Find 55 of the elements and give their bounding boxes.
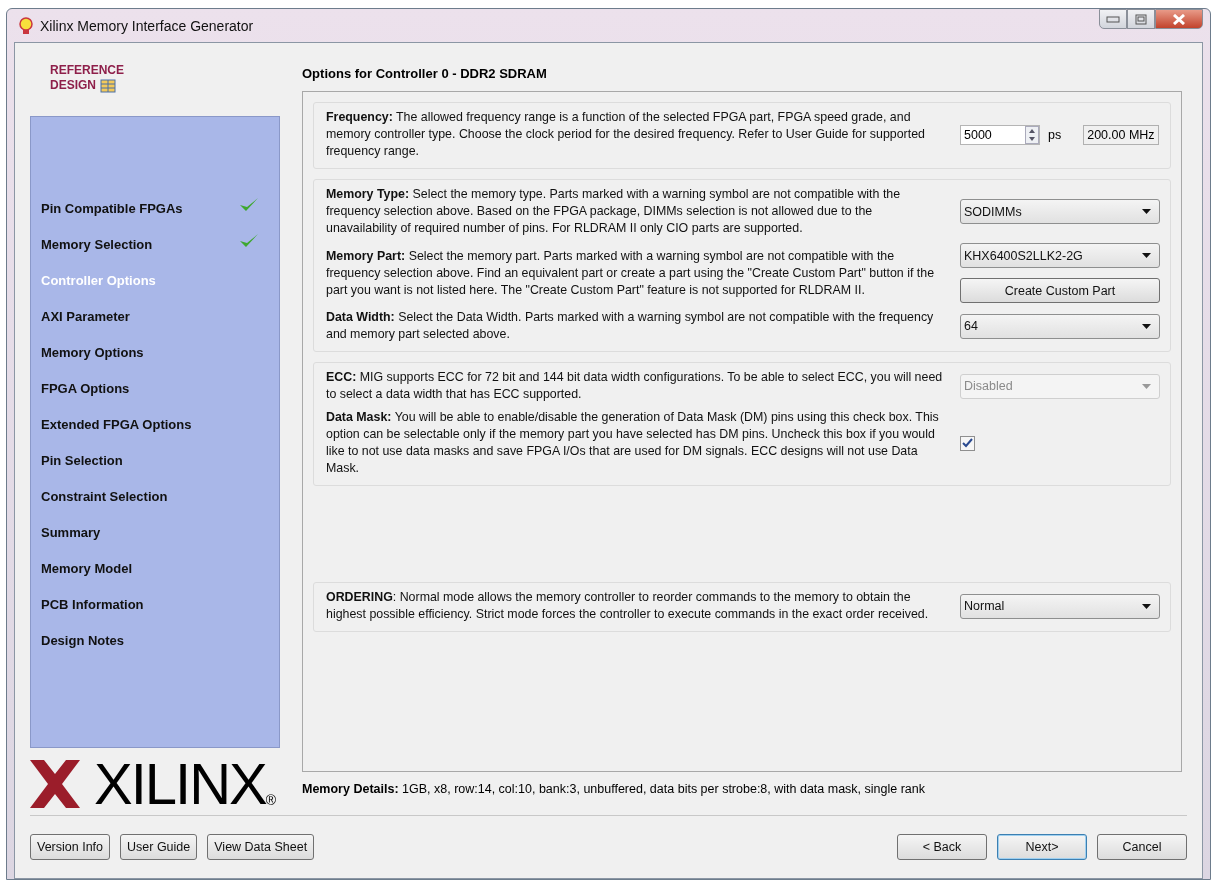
wizard-button[interactable]: Next>	[997, 834, 1087, 860]
badge-text: DESIGN	[50, 78, 96, 93]
sidebar-item[interactable]: Pin Compatible FPGAs	[41, 201, 183, 216]
footer-button[interactable]: Version Info	[30, 834, 110, 860]
frequency-readout: 200.00 MHz	[1083, 124, 1159, 145]
lightbulb-icon	[18, 15, 34, 36]
window-title: Xilinx Memory Interface Generator	[40, 17, 254, 34]
sidebar-item[interactable]: FPGA Options	[41, 381, 130, 396]
spin-field[interactable]: 5000	[960, 124, 1040, 145]
option-description: Memory Type: Select the memory type. Parts marked with a warning symbol are not compatible with the frequency selection above. Based on the FPGA package, DIMMs selection is not allowed due to the unavailability of required number of pins. For RLDRAM II only CIO parts are supported.	[326, 186, 902, 237]
option-description: ECC: MIG supports ECC for 72 bit and 144 bit data width configurations. To be able to select ECC, you will need to select a data width that has ECC supported.	[326, 369, 944, 403]
close-button[interactable]	[1155, 9, 1203, 29]
dropdown-arrow-icon	[1142, 209, 1151, 214]
wizard-button[interactable]: Cancel	[1097, 834, 1187, 860]
dropdown[interactable]: Normal	[960, 593, 1160, 619]
sidebar-item[interactable]: Memory Options	[41, 345, 144, 360]
checkbox[interactable]	[960, 435, 975, 451]
sidebar-item[interactable]: PCB Information	[41, 597, 144, 612]
option-description: Data Mask: You will be able to enable/disable the generation of Data Mask (DM) pins using this check box. This option can be selectable only if the memory part you have selected has DM pins. Uncheck this box if you would like to not use data masks and save FPGA I/Os that are used for DM signals. ECC designs will not use Data Mask.	[326, 409, 940, 477]
registered-mark: ®	[265, 792, 277, 808]
wizard-button[interactable]: < Back	[897, 834, 987, 860]
badge-text: REFERENCE	[50, 63, 125, 78]
footer-button[interactable]: View Data Sheet	[207, 834, 315, 860]
sidebar-item[interactable]: Memory Model	[41, 561, 132, 576]
maximize-icon	[1135, 13, 1147, 25]
footer-button[interactable]: User Guide	[120, 834, 198, 860]
create-custom-part-button[interactable]: Create Custom Part	[960, 278, 1160, 303]
minimize-button[interactable]	[1099, 9, 1127, 29]
option-description: ORDERING: Normal mode allows the memory controller to reorder commands to the memory to obtain the highest possible efficiency. Strict mode forces the controller to execute commands in the exact order received.	[326, 589, 930, 623]
logo-icon	[30, 760, 80, 808]
option-description: Frequency: The allowed frequency range is a function of the selected FPGA part, FPGA speed grade, and memory controller type. Choose the clock period for the desired frequency. Refer to User Guide for supported frequency range.	[326, 109, 926, 160]
sidebar-item[interactable]: Pin Selection	[41, 453, 123, 468]
sidebar-item[interactable]: Constraint Selection	[41, 489, 168, 504]
dropdown[interactable]: SODIMMs	[960, 199, 1160, 224]
close-icon	[1172, 13, 1186, 25]
dropdown[interactable]: KHX6400S2LLK2-2G	[960, 243, 1160, 268]
sidebar-item[interactable]: Design Notes	[41, 633, 125, 648]
unit-label: ps	[1048, 127, 1062, 142]
dropdown-arrow-icon	[1142, 383, 1151, 389]
logo-text: XILINX	[94, 754, 266, 814]
sidebar-item[interactable]: Summary	[41, 525, 101, 540]
dropdown-arrow-icon	[1142, 323, 1151, 329]
option-description: Memory Part: Select the memory part. Parts marked with a warning symbol are not compatible with the frequency selection above. Find an equivalent part or create a part using the "Create Custom Part" button if the part you want is not listed here. The "Create Custom Part" feature is not supported for RLDRAM II.	[326, 247, 936, 299]
dropdown-arrow-icon	[1142, 603, 1151, 609]
minimize-icon	[1106, 15, 1120, 23]
sidebar-item[interactable]: Extended FPGA Options	[41, 417, 192, 432]
spin-arrows-icon	[1025, 125, 1039, 144]
maximize-button[interactable]	[1127, 9, 1155, 29]
sidebar-item[interactable]: Memory Selection	[41, 237, 153, 252]
memory-details: Memory Details: 1GB, x8, row:14, col:10, bank:3, unbuffered, data bits per strobe:8, with data mask, single rank	[302, 781, 926, 796]
sidebar-item[interactable]: AXI Parameter	[41, 309, 130, 324]
page-title: Options for Controller 0 - DDR2 SDRAM	[302, 65, 548, 83]
dropdown-arrow-icon	[1142, 253, 1151, 258]
option-description: Data Width: Select the Data Width. Parts marked with a warning symbol are not compatible with the frequency and memory part selected above.	[326, 309, 935, 343]
dropdown[interactable]: 64	[960, 313, 1160, 339]
